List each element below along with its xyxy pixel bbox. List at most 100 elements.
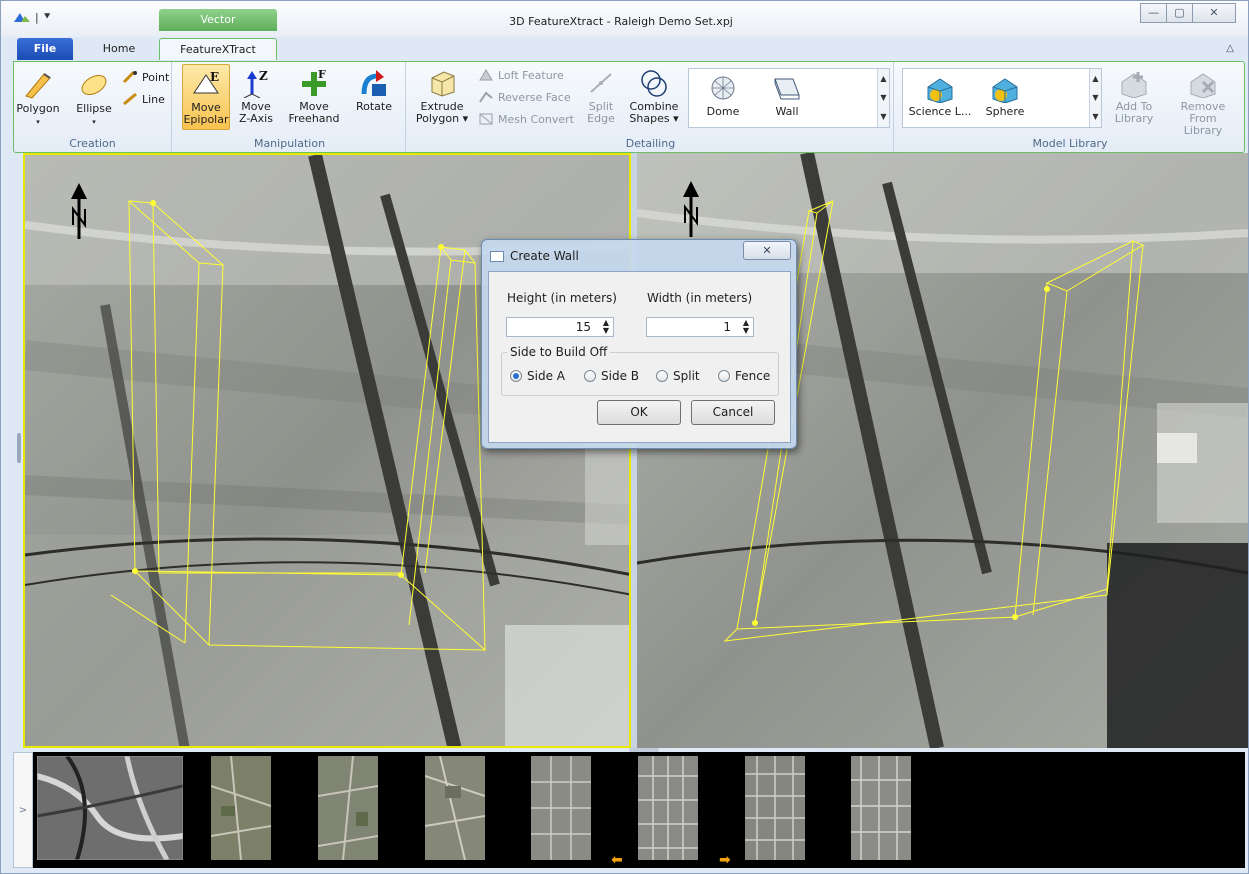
add-to-library-icon	[1121, 72, 1147, 98]
shape-gallery-scroll[interactable]: ▲ ▼ ▼	[877, 69, 889, 127]
rotate-icon	[361, 70, 386, 96]
dialog-close-button[interactable]: ✕	[743, 241, 791, 260]
remove-label-2: Library	[1183, 124, 1223, 137]
thumbnail-7[interactable]	[745, 756, 805, 860]
radio-fence[interactable]: Fence	[718, 369, 770, 383]
ribbon-minimize-icon[interactable]: △	[1226, 43, 1234, 54]
line-label: Line	[142, 92, 165, 106]
polygon-label: Polygon	[16, 102, 60, 115]
move-zaxis-button[interactable]: Z Move Z-Axis	[234, 68, 278, 125]
move-freehand-label-2: Freehand	[288, 112, 340, 125]
close-button[interactable]: ✕	[1192, 3, 1236, 23]
left-rail	[13, 153, 23, 748]
model-gallery-up-icon[interactable]: ▲	[1090, 69, 1101, 88]
gallery-down-icon[interactable]: ▼	[878, 88, 889, 107]
aerial-thumbnail-image	[745, 756, 805, 860]
shape-gallery: Dome Wall ▲ ▼ ▼	[688, 68, 890, 128]
dialog-title: Create Wall	[510, 249, 579, 263]
model-gallery-more-icon[interactable]: ▼	[1090, 107, 1101, 126]
left-rail-grip[interactable]	[17, 433, 21, 463]
dem-thumbnail-image	[37, 756, 183, 860]
sphere-button[interactable]: Sphere	[977, 73, 1033, 118]
mesh-convert-icon	[479, 113, 493, 125]
svg-text:F: F	[318, 68, 326, 81]
aerial-thumbnail-image	[851, 756, 911, 860]
tab-file[interactable]: File	[17, 38, 73, 60]
window-controls: — ▢ ✕	[1140, 3, 1236, 23]
line-button[interactable]: Line	[122, 92, 165, 106]
width-spin-arrows-icon[interactable]: ▲ ▼	[743, 319, 749, 335]
thumbnail-dem[interactable]	[37, 756, 183, 860]
thumbnail-4[interactable]	[425, 756, 485, 860]
radio-split-dot[interactable]	[656, 370, 668, 382]
radio-side-b-dot[interactable]	[584, 370, 596, 382]
group-label-model-library: Model Library	[1032, 137, 1108, 150]
split-edge-button[interactable]: Split Edge	[580, 68, 622, 125]
model-gallery-scroll[interactable]: ▲ ▼ ▼	[1089, 69, 1101, 127]
aerial-thumbnail-image	[318, 756, 378, 860]
aerial-thumbnail-image	[638, 756, 698, 860]
extrude-label-2: Polygon ▾	[415, 112, 469, 125]
radio-side-b-label: Side B	[601, 369, 639, 383]
reverse-face-button[interactable]: Reverse Face	[478, 90, 571, 104]
gallery-up-icon[interactable]: ▲	[878, 69, 889, 88]
point-icon	[122, 70, 137, 84]
quick-access-toolbar: | ⯆	[13, 10, 52, 24]
radio-split[interactable]: Split	[656, 369, 700, 383]
radio-side-a[interactable]: Side A	[510, 369, 565, 383]
thumbnail-3[interactable]	[318, 756, 378, 860]
move-zaxis-icon: Z	[243, 69, 268, 98]
svg-text:Z: Z	[259, 69, 268, 83]
loft-feature-button[interactable]: Loft Feature	[478, 68, 564, 82]
dialog-body: Height (in meters) Width (in meters) 15 …	[488, 271, 791, 443]
model-gallery: Science L... Sphere ▲ ▼ ▼	[902, 68, 1102, 128]
filmstrip-expand-button[interactable]: >	[13, 752, 33, 868]
sphere-model-icon	[992, 78, 1018, 103]
width-spinner[interactable]: 1 ▲ ▼	[646, 317, 754, 337]
thumbnail-8[interactable]	[851, 756, 911, 860]
radio-side-b[interactable]: Side B	[584, 369, 639, 383]
add-label-2: Library	[1114, 112, 1154, 125]
thumbnail-6[interactable]	[638, 756, 698, 860]
remove-from-library-button[interactable]: Remove From Library	[1166, 68, 1240, 137]
polygon-button[interactable]: Polygon ▾	[16, 68, 60, 128]
tab-home[interactable]: Home	[89, 38, 149, 60]
model-gallery-down-icon[interactable]: ▼	[1090, 88, 1101, 107]
loft-label: Loft Feature	[498, 68, 564, 82]
move-freehand-button[interactable]: F Move Freehand	[284, 68, 344, 125]
add-to-library-button[interactable]: Add To Library	[1108, 68, 1160, 125]
dome-button[interactable]: Dome	[695, 73, 751, 118]
rotate-button[interactable]: Rotate	[352, 68, 396, 113]
split-edge-icon	[590, 73, 612, 93]
point-label: Point	[142, 70, 170, 84]
thumbnail-2[interactable]	[211, 756, 271, 860]
radio-fence-dot[interactable]	[718, 370, 730, 382]
ellipse-button[interactable]: Ellipse ▾	[72, 68, 116, 128]
wall-button[interactable]: Wall	[759, 73, 815, 118]
cancel-button[interactable]: Cancel	[691, 400, 775, 425]
extrude-polygon-button[interactable]: Extrude Polygon ▾	[414, 68, 470, 125]
move-zaxis-label-2: Z-Axis	[239, 112, 273, 125]
rotate-label: Rotate	[355, 100, 392, 113]
height-spinner[interactable]: 15 ▲ ▼	[506, 317, 614, 337]
height-label: Height (in meters)	[507, 291, 617, 305]
group-creation: Polygon ▾ Ellipse ▾ Point Line Creation	[14, 62, 172, 152]
radio-side-a-dot[interactable]	[510, 370, 522, 382]
combine-label-2: Shapes ▾	[629, 112, 679, 125]
wall-label: Wall	[775, 105, 799, 118]
minimize-button[interactable]: —	[1140, 3, 1167, 23]
move-epipolar-button[interactable]: E Move Epipolar	[182, 64, 230, 130]
maximize-button[interactable]: ▢	[1166, 3, 1193, 23]
mesh-convert-button[interactable]: Mesh Convert	[478, 112, 574, 126]
ok-button[interactable]: OK	[597, 400, 681, 425]
qa-customize-icon[interactable]: ⯆	[43, 10, 52, 24]
point-button[interactable]: Point	[122, 70, 169, 84]
science-library-button[interactable]: Science L...	[907, 73, 973, 118]
ellipse-label: Ellipse	[76, 102, 112, 115]
combine-shapes-button[interactable]: Combine Shapes ▾	[626, 68, 682, 125]
height-spin-arrows-icon[interactable]: ▲ ▼	[603, 319, 609, 335]
tab-featurextract[interactable]: FeatureXTract	[159, 38, 277, 60]
thumbnail-5[interactable]	[531, 756, 591, 860]
aerial-thumbnail-image	[425, 756, 485, 860]
gallery-more-icon[interactable]: ▼	[878, 107, 889, 126]
